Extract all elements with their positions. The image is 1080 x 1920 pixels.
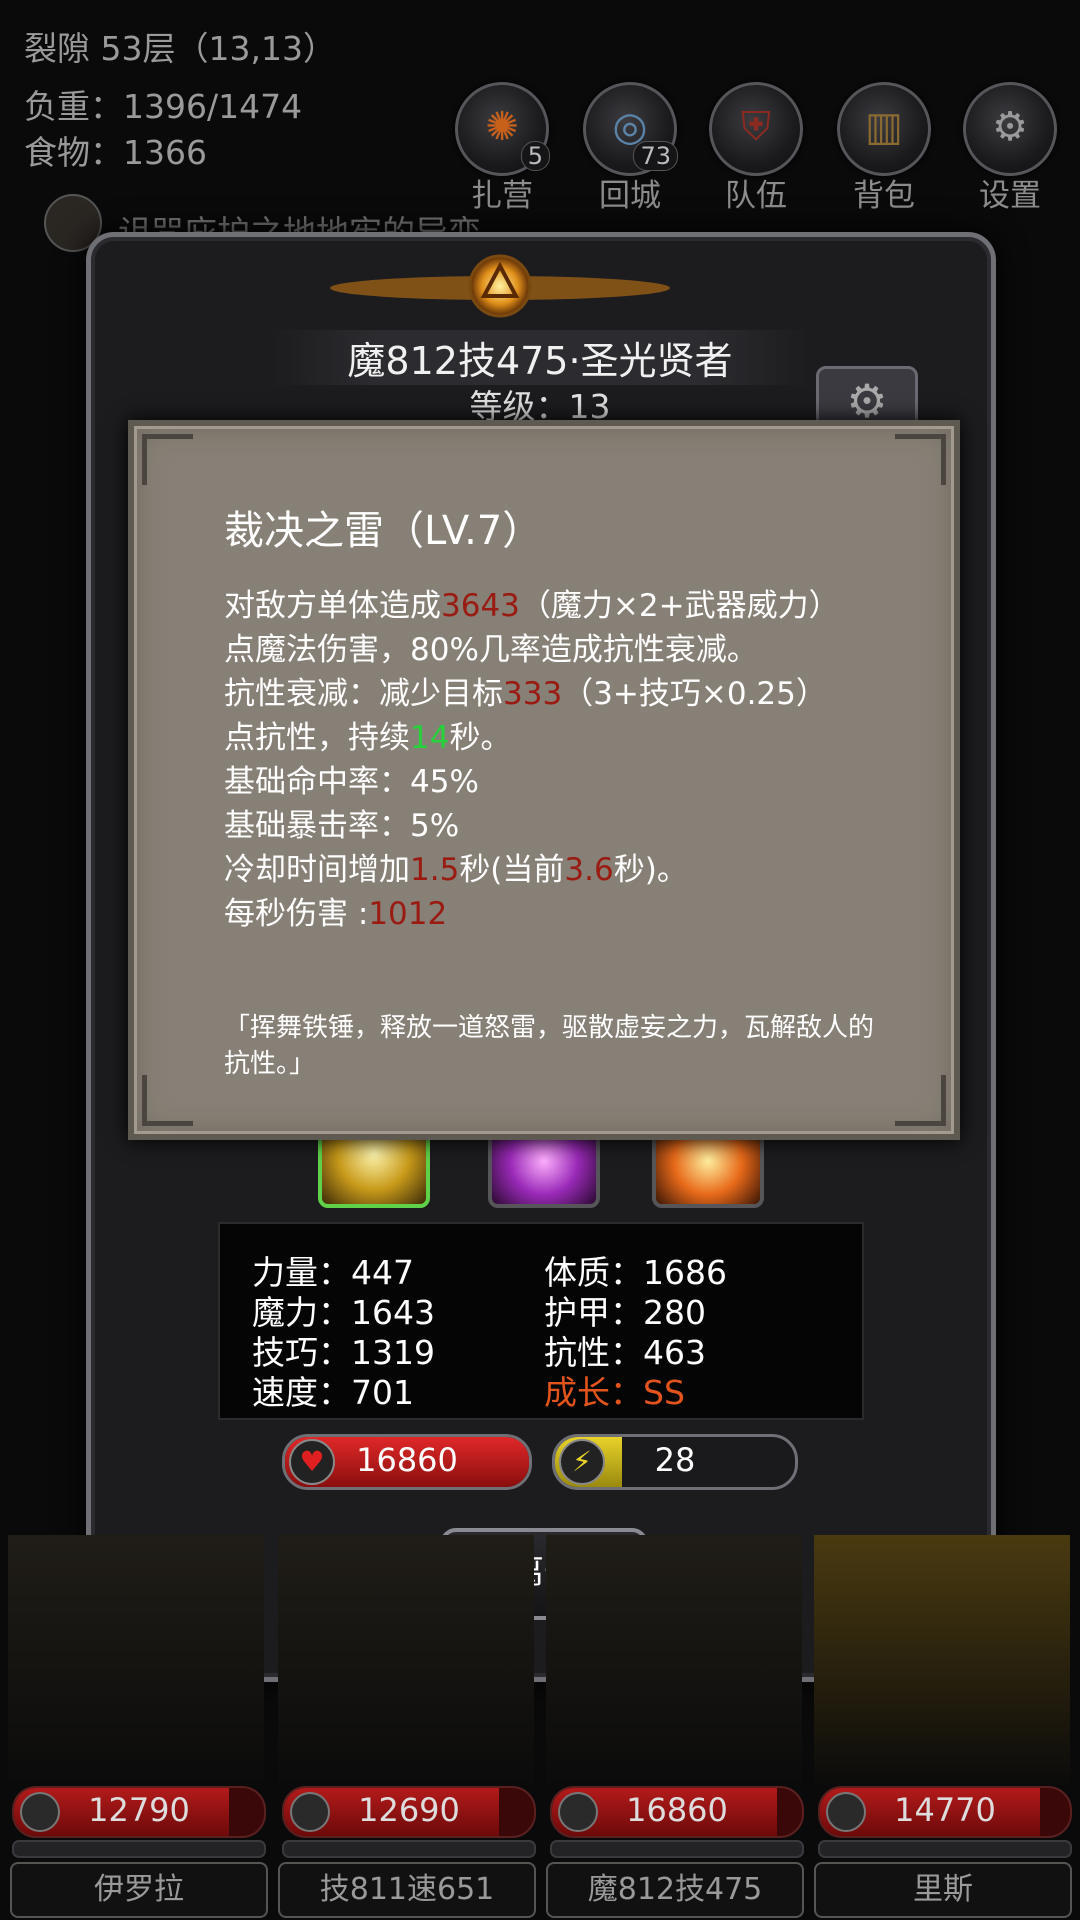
heart-icon: ♥ [289, 1439, 335, 1485]
weight-text: 负重：1396/1474 [24, 87, 303, 126]
skill-icon-arcane[interactable] [488, 1128, 600, 1208]
resist-reduce-value: 333 [503, 676, 563, 712]
skill-title: 裁决之雷（LV.7） [224, 508, 543, 554]
party-name-2[interactable]: 技811速651 [278, 1862, 536, 1918]
location-text: 裂隙 53层（13,13） [24, 29, 336, 68]
return-town-label: 回城 [599, 178, 661, 214]
stats-panel: 力量：447 体质：1686 魔力：1643 护甲：280 技巧：1319 抗性… [218, 1222, 864, 1420]
cooldown-increase-value: 1.5 [410, 852, 460, 888]
sword-icon [20, 1792, 60, 1832]
sword-icon [558, 1792, 598, 1832]
party-portrait-3[interactable] [546, 1535, 802, 1785]
energy-bar: ⚡ 28 [552, 1434, 798, 1490]
backpack-label: 背包 [853, 178, 915, 214]
team-icon: ⛨ [741, 104, 771, 150]
skill-icon-judgment-thunder[interactable] [318, 1128, 430, 1208]
settings-label: 设置 [979, 178, 1041, 214]
stat-growth: 成长：SS [544, 1373, 685, 1412]
hp-bar: ♥ 16860 [282, 1434, 532, 1490]
skill-detail-popup[interactable]: 裁决之雷（LV.7） 对敌方单体造成3643（魔力×2+武器威力） 点魔法伤害，… [128, 420, 960, 1140]
party-hp-bar-2: 12690 [282, 1786, 536, 1838]
party-energy-bar-4 [818, 1840, 1072, 1858]
party-energy-bar-3 [550, 1840, 804, 1858]
skill-icon-holy-fire[interactable] [652, 1128, 764, 1208]
party-energy-bar-1 [12, 1840, 266, 1858]
camp-count-badge: 5 [520, 141, 550, 171]
skill-description: 对敌方单体造成3643（魔力×2+武器威力） 点魔法伤害，80%几率造成抗性衰减… [224, 588, 840, 932]
return-town-button[interactable]: ◎ 73 回城 [582, 82, 678, 214]
lightning-icon: ⚡ [559, 1439, 605, 1485]
skill-quote: 「挥舞铁锤，释放一道怒雷，驱散虚妄之力，瓦解敌人的抗性。」 [224, 1013, 875, 1079]
party-portrait-1[interactable] [8, 1535, 264, 1785]
team-label: 队伍 [725, 178, 787, 214]
damage-value: 3643 [441, 588, 520, 624]
backpack-icon: ▥ [865, 104, 903, 150]
emblem-icon [330, 254, 670, 318]
duration-value: 14 [410, 720, 450, 756]
team-button[interactable]: ⛨ 队伍 [708, 82, 804, 214]
dps-value: 1012 [368, 896, 448, 932]
party-name-1[interactable]: 伊罗拉 [10, 1862, 268, 1918]
stat-speed: 速度：701 [252, 1373, 414, 1412]
party-hp-bar-3: 16860 [550, 1786, 804, 1838]
settings-icon: ⚙ [992, 104, 1028, 150]
party-portrait-4[interactable] [814, 1535, 1070, 1785]
hero-title: 魔812技475·圣光贤者 [270, 330, 810, 385]
party-hp-bar-1: 12790 [12, 1786, 266, 1838]
party-name-3[interactable]: 魔812技475 [546, 1862, 804, 1918]
party-hp-bar-4: 14770 [818, 1786, 1072, 1838]
settings-button[interactable]: ⚙ 设置 [962, 82, 1058, 214]
sword-icon [290, 1792, 330, 1832]
return-count-badge: 73 [633, 141, 678, 171]
sword-icon [826, 1792, 866, 1832]
cooldown-current-value: 3.6 [564, 852, 614, 888]
food-text: 食物：1366 [24, 133, 207, 172]
party-energy-bar-2 [282, 1840, 536, 1858]
party-name-4[interactable]: 里斯 [814, 1862, 1072, 1918]
backpack-button[interactable]: ▥ 背包 [836, 82, 932, 214]
camp-button[interactable]: ✺ 5 扎营 [454, 82, 550, 214]
party-portrait-2[interactable] [278, 1535, 534, 1785]
